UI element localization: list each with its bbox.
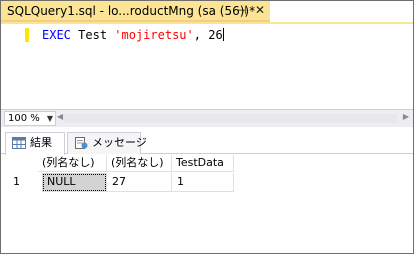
results-pane: 結果 メッセージ (列名なし) (列名なし) TestData 1 NULL 2… xyxy=(1,127,413,253)
close-icon[interactable]: ✕ xyxy=(255,4,267,16)
document-tab[interactable]: SQLQuery1.sql - lo...roductMng (sa (56))… xyxy=(1,1,270,22)
column-header[interactable]: TestData xyxy=(172,155,234,172)
tab-messages-label: メッセージ xyxy=(92,136,147,149)
table-cell[interactable]: NULL xyxy=(42,173,107,192)
zoom-bar: 100 % ▼ ◀ ▶ xyxy=(1,109,413,127)
tab-messages[interactable]: メッセージ xyxy=(67,132,147,154)
horizontal-scrollbar[interactable] xyxy=(63,114,397,123)
argument-separator: , xyxy=(193,28,201,42)
zoom-select[interactable]: 100 % ▼ xyxy=(4,111,56,126)
sql-keyword: EXEC xyxy=(42,28,71,42)
scroll-right-icon[interactable]: ▶ xyxy=(403,112,409,121)
chevron-down-icon: ▼ xyxy=(46,114,53,123)
text-caret xyxy=(222,28,224,41)
change-marker xyxy=(25,28,29,42)
row-number[interactable]: 1 xyxy=(13,173,20,191)
procedure-name: Test xyxy=(78,28,108,42)
tab-results[interactable]: 結果 xyxy=(5,132,65,155)
sql-editor[interactable]: EXEC Test 'mojiretsu', 26 xyxy=(1,24,413,109)
pin-icon[interactable]: ⊣ xyxy=(237,5,249,17)
column-header[interactable]: (列名なし) xyxy=(38,155,107,172)
zoom-value: 100 % xyxy=(8,113,40,124)
table-cell[interactable]: 27 xyxy=(107,173,172,192)
code-line-1[interactable]: EXEC Test 'mojiretsu', 26 xyxy=(42,28,224,42)
string-argument: 'mojiretsu' xyxy=(114,28,194,42)
table-cell[interactable]: 1 xyxy=(172,173,234,192)
message-icon xyxy=(75,137,88,149)
result-tab-strip: 結果 メッセージ xyxy=(1,127,413,155)
grid-icon xyxy=(12,137,26,149)
document-tab-strip: SQLQuery1.sql - lo...roductMng (sa (56))… xyxy=(1,1,413,23)
document-tab-title: SQLQuery1.sql - lo...roductMng (sa (56))… xyxy=(7,4,256,18)
tab-results-label: 結果 xyxy=(30,136,52,149)
query-window: SQLQuery1.sql - lo...roductMng (sa (56))… xyxy=(0,0,414,254)
number-argument: 26 xyxy=(208,28,223,42)
column-header[interactable]: (列名なし) xyxy=(107,155,172,172)
